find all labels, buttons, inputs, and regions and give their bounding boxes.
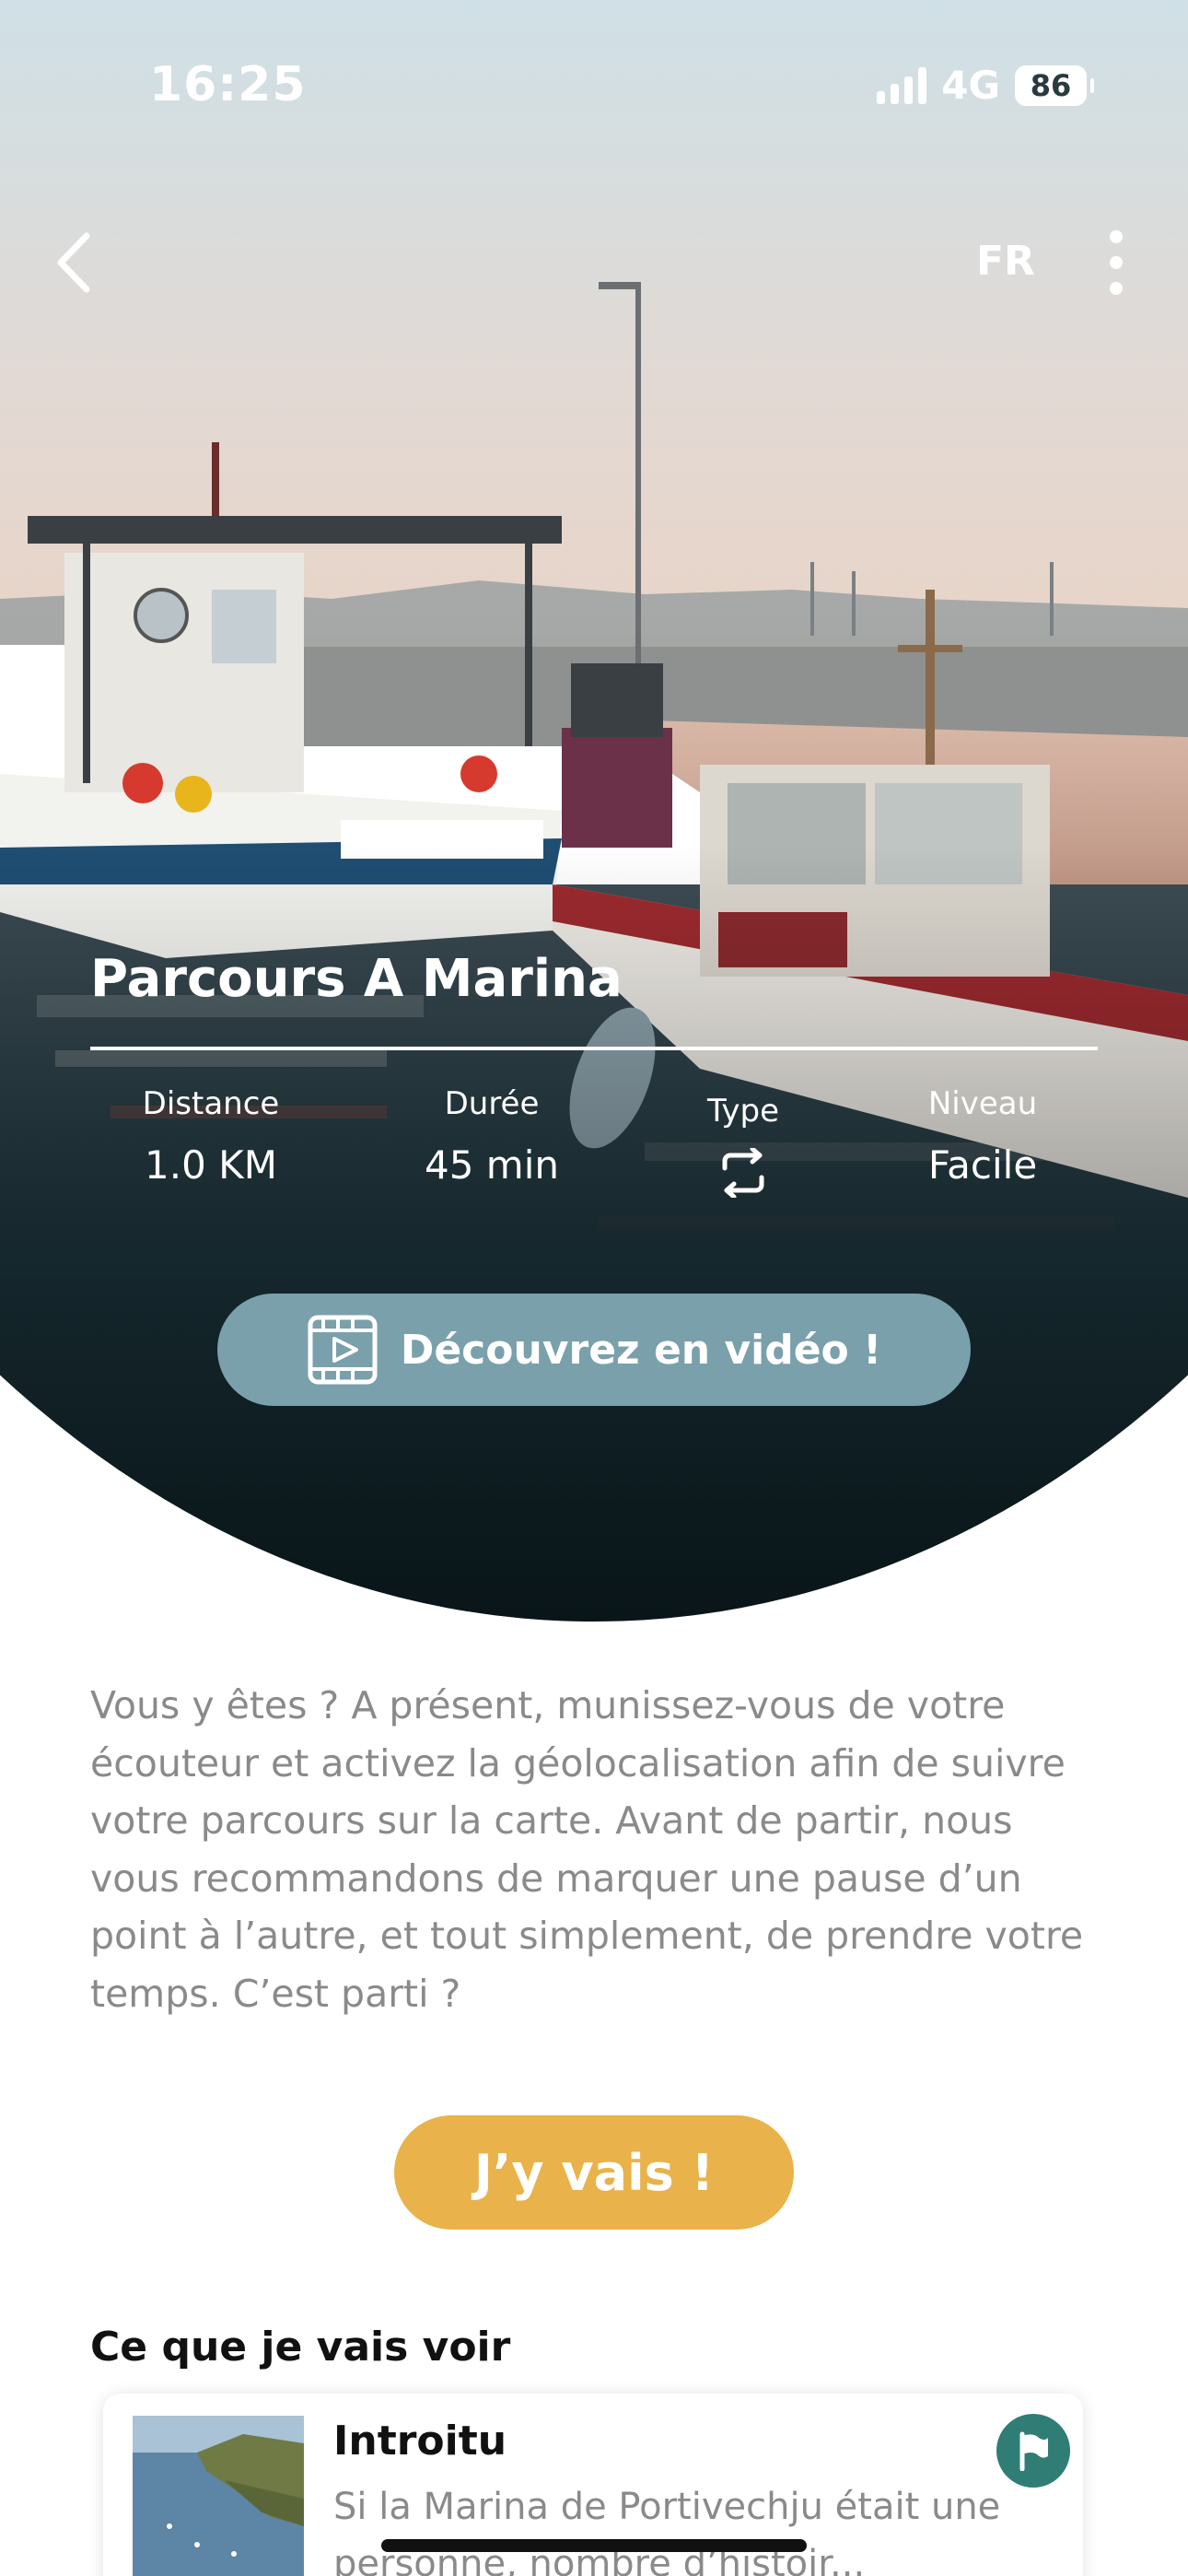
stat-value: Facile (927, 1142, 1038, 1188)
stat-level: Niveau Facile (863, 1085, 1102, 1188)
stat-value: 1.0 KM (145, 1142, 277, 1188)
video-button[interactable]: Découvrez en vidéo ! (217, 1294, 971, 1406)
stat-duration: Durée 45 min (372, 1085, 611, 1188)
home-indicator (381, 2539, 807, 2552)
stat-value: 45 min (425, 1142, 559, 1188)
video-button-label: Découvrez en vidéo ! (400, 1326, 882, 1374)
section-title: Ce que je vais voir (90, 2324, 511, 2371)
stat-distance: Distance 1.0 KM (91, 1085, 331, 1188)
status-time: 16:25 (149, 57, 307, 112)
language-button[interactable]: FR (976, 238, 1035, 285)
route-description: Vous y êtes ? A présent, munissez-vous d… (90, 1683, 1084, 2016)
flag-icon (1019, 2431, 1048, 2471)
chevron-left-icon (57, 232, 90, 293)
battery-icon: 86 (1015, 64, 1094, 106)
status-indicators: 4G 86 (877, 63, 1094, 108)
back-button[interactable] (37, 226, 111, 299)
route-title: Parcours A Marina (90, 949, 623, 1009)
poi-description: Si la Marina de Portivechju était une pe… (333, 2486, 1001, 2576)
network-label: 4G (941, 63, 1000, 108)
stat-type: Type (623, 1093, 863, 1201)
poi-title: Introitu (333, 2418, 507, 2465)
more-dot-icon (1110, 230, 1123, 243)
stat-label: Durée (444, 1085, 540, 1122)
poi-thumbnail (133, 2416, 304, 2576)
video-film-icon (308, 1315, 378, 1385)
more-dot-icon (1110, 256, 1123, 269)
more-dot-icon (1110, 282, 1123, 295)
stat-label: Type (706, 1093, 780, 1130)
signal-icon (877, 66, 927, 104)
start-button[interactable]: J’y vais ! (394, 2115, 794, 2230)
title-divider (90, 1047, 1098, 1050)
poi-flag-badge (996, 2414, 1070, 2488)
more-options-button[interactable] (1096, 230, 1136, 295)
stat-label: Distance (142, 1085, 280, 1122)
stat-label: Niveau (927, 1085, 1038, 1122)
loop-arrows-icon (722, 1146, 764, 1200)
